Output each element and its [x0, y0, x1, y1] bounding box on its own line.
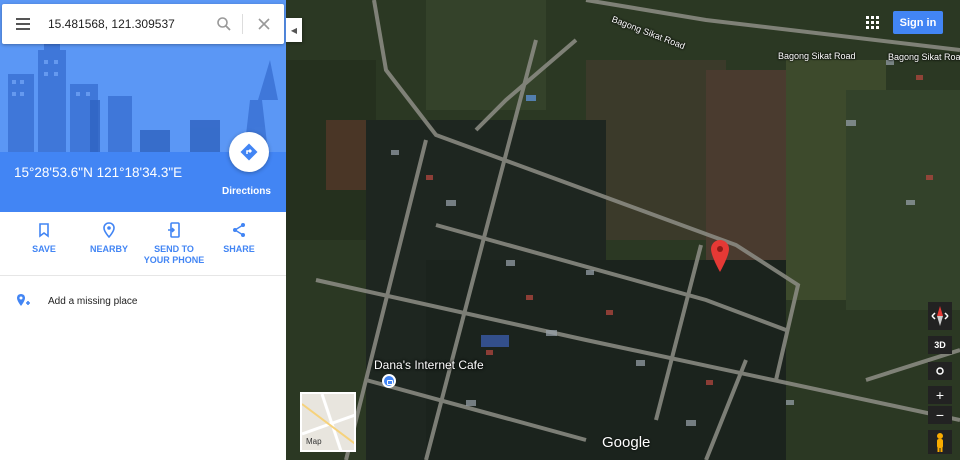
add-missing-place-row[interactable]: Add a missing place — [0, 276, 286, 326]
share-icon — [233, 223, 245, 237]
apps-grid-icon[interactable] — [866, 16, 879, 29]
road-label: Bagong Sikat Road — [778, 51, 856, 61]
divider — [242, 14, 243, 34]
compass-icon[interactable] — [928, 302, 952, 330]
satellite-map[interactable]: Bagong Sikat Road Bagong Sikat Road Bago… — [286, 0, 960, 460]
directions-icon — [240, 143, 258, 161]
my-location-icon[interactable] — [928, 362, 952, 380]
add-place-icon — [17, 294, 30, 306]
action-label: SEND TO YOUR PHONE — [143, 244, 205, 265]
directions-button[interactable] — [229, 132, 269, 172]
coordinates-text: 15°28'53.6"N 121°18'34.3"E — [14, 165, 183, 180]
menu-icon[interactable] — [16, 18, 32, 30]
satellite-imagery — [286, 0, 960, 460]
action-label: SAVE — [32, 244, 56, 254]
map-toggle-label: Map — [306, 437, 322, 446]
action-label: NEARBY — [89, 244, 128, 254]
road-label: Bagong Sikat Road — [888, 52, 960, 62]
location-marker-icon[interactable] — [711, 240, 729, 272]
google-logo: Google — [602, 434, 651, 451]
close-icon[interactable] — [256, 16, 272, 32]
pegman-icon[interactable] — [928, 430, 952, 454]
action-label: SHARE — [223, 244, 255, 254]
shopping-bag-icon[interactable] — [382, 374, 396, 388]
nearby-button[interactable]: NEARBY — [86, 222, 132, 255]
search-input[interactable]: 15.481568, 121.309537 — [48, 4, 175, 44]
collapse-panel-button[interactable]: ◀ — [286, 18, 302, 42]
toggle-3d-button[interactable]: 3D — [928, 336, 952, 354]
directions-label[interactable]: Directions — [222, 186, 271, 197]
share-button[interactable]: SHARE — [218, 222, 260, 255]
add-place-label: Add a missing place — [48, 296, 138, 307]
search-icon[interactable] — [216, 16, 232, 32]
action-bar: SAVE NEARBY SEND TO YOUR PHONE SHARE — [0, 212, 286, 276]
zoom-in-button[interactable]: + — [928, 386, 952, 404]
side-panel: 15°28'53.6"N 121°18'34.3"E Directions 15… — [0, 0, 286, 460]
map-layer-toggle[interactable]: Map — [300, 392, 356, 452]
search-box[interactable]: 15.481568, 121.309537 — [2, 4, 284, 44]
send-to-phone-icon — [168, 222, 180, 238]
bookmark-icon — [39, 223, 49, 238]
save-button[interactable]: SAVE — [22, 222, 66, 255]
zoom-out-button[interactable]: − — [928, 406, 952, 424]
send-to-phone-button[interactable]: SEND TO YOUR PHONE — [140, 222, 208, 266]
sign-in-button[interactable]: Sign in — [893, 11, 943, 34]
poi-label[interactable]: Dana's Internet Cafe — [374, 358, 484, 372]
nearby-pin-icon — [103, 222, 115, 238]
